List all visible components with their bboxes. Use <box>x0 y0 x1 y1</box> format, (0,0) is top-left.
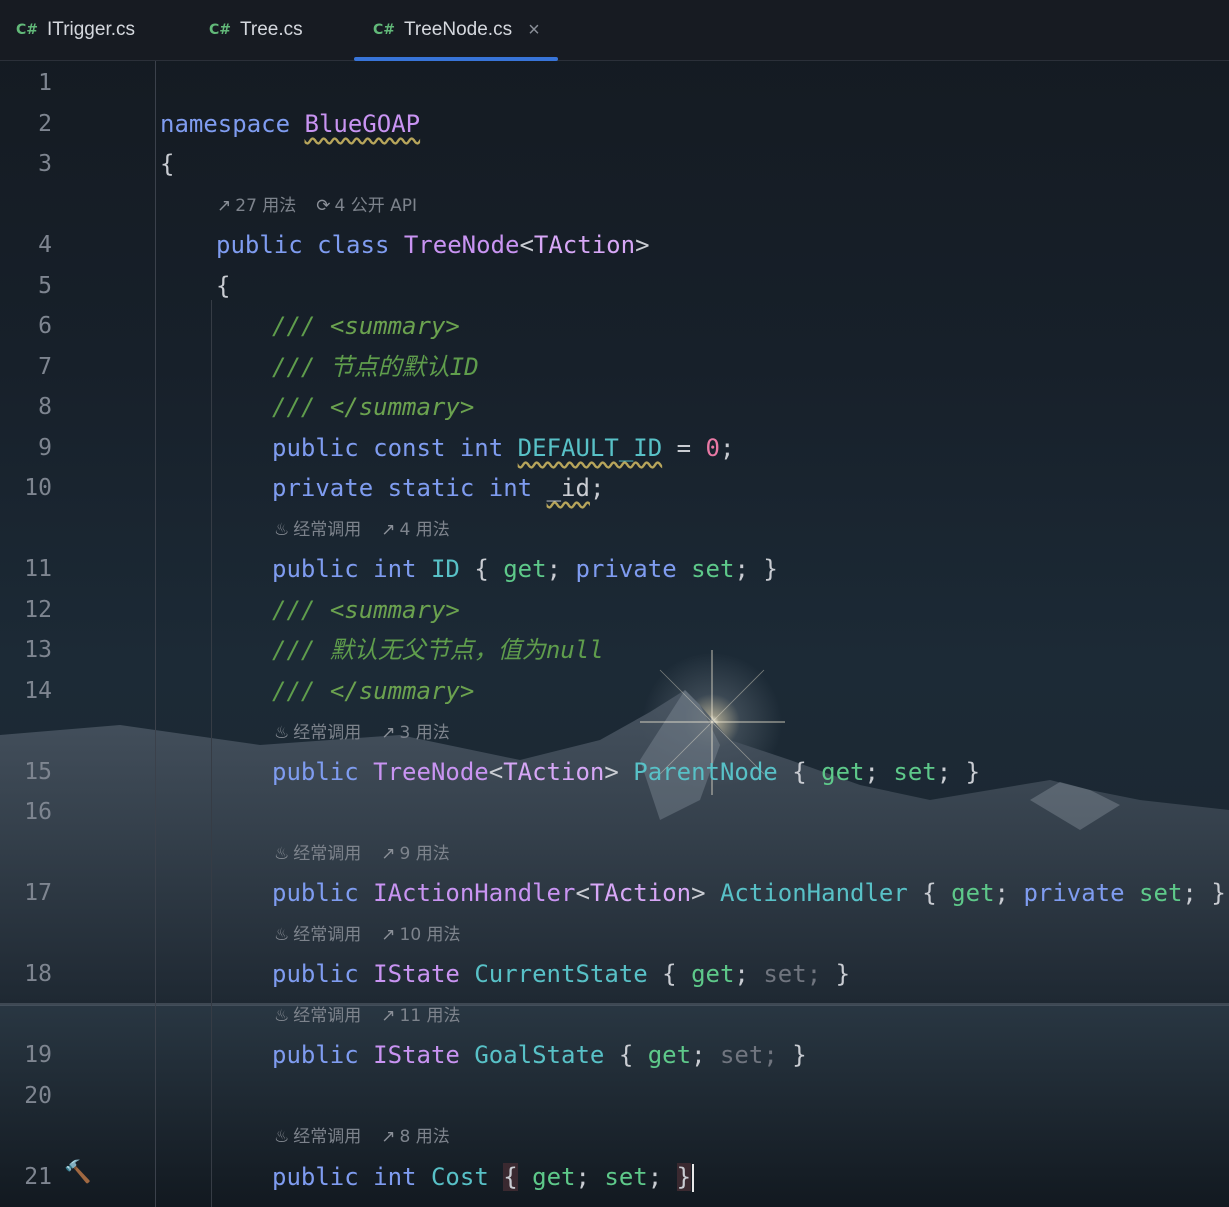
tab-label: TreeNode.cs <box>404 19 513 40</box>
usages-icon: ↗ <box>217 196 232 216</box>
usages-icon: ↗ <box>381 723 396 743</box>
line-number: 1 <box>38 70 52 96</box>
code-line-17[interactable]: public IActionHandler<TAction> ActionHan… <box>272 878 1226 908</box>
code-line-5[interactable]: { <box>216 271 230 301</box>
line-number: 11 <box>24 556 52 582</box>
public-api-icon: ⟳ <box>316 196 331 216</box>
line-number: 9 <box>38 435 52 461</box>
code-line-14[interactable]: /// </summary> <box>272 676 474 706</box>
line-number: 6 <box>38 313 52 339</box>
tab-itrigger[interactable]: C# ITrigger.cs <box>16 0 135 60</box>
inlay-hint-cost[interactable]: ♨ 经常调用 ↗ 8 用法 <box>274 1126 450 1148</box>
code-line-7[interactable]: /// 节点的默认ID <box>272 352 479 382</box>
inlay-hint-class[interactable]: ↗ 27 用法 ⟳ 4 公开 API <box>217 195 417 217</box>
line-number: 20 <box>24 1083 52 1109</box>
line-number: 18 <box>24 961 52 987</box>
line-number: 3 <box>38 151 52 177</box>
line-number: 17 <box>24 880 52 906</box>
tab-label: Tree.cs <box>240 19 303 40</box>
hammer-icon[interactable]: 🔨 <box>64 1160 91 1185</box>
line-number: 4 <box>38 232 52 258</box>
code-line-9[interactable]: public const int DEFAULT_ID = 0; <box>272 433 734 463</box>
usages-icon: ↗ <box>381 1127 396 1147</box>
inlay-hint-handler[interactable]: ♨ 经常调用 ↗ 9 用法 <box>274 843 450 865</box>
hot-call-icon: ♨ <box>274 925 290 945</box>
inlay-hint-goal[interactable]: ♨ 经常调用 ↗ 11 用法 <box>274 1005 461 1027</box>
line-number: 7 <box>38 354 52 380</box>
code-line-12[interactable]: /// <summary> <box>272 595 460 625</box>
line-number: 19 <box>24 1042 52 1068</box>
gutter-separator <box>155 61 156 1207</box>
csharp-file-icon: C# <box>209 22 232 38</box>
tab-label: ITrigger.cs <box>47 19 136 40</box>
code-line-3[interactable]: { <box>160 149 174 179</box>
usages-icon: ↗ <box>381 844 396 864</box>
line-number: 13 <box>24 637 52 663</box>
line-number: 21 <box>24 1164 52 1190</box>
tab-tree[interactable]: C# Tree.cs <box>209 0 303 60</box>
line-number: 8 <box>38 394 52 420</box>
code-line-18[interactable]: public IState CurrentState { get; set; } <box>272 959 850 989</box>
line-number: 2 <box>38 111 52 137</box>
inlay-hint-parent[interactable]: ♨ 经常调用 ↗ 3 用法 <box>274 722 450 744</box>
line-number: 12 <box>24 597 52 623</box>
code-line-19[interactable]: public IState GoalState { get; set; } <box>272 1040 807 1070</box>
inlay-hint-id[interactable]: ♨ 经常调用 ↗ 4 用法 <box>274 519 450 541</box>
line-number: 5 <box>38 273 52 299</box>
code-line-10[interactable]: private static int _id; <box>272 473 604 503</box>
mountain-background <box>0 650 1229 1207</box>
code-line-4[interactable]: public class TreeNode<TAction> <box>216 230 650 260</box>
close-icon[interactable]: × <box>528 19 540 42</box>
inlay-hint-current[interactable]: ♨ 经常调用 ↗ 10 用法 <box>274 924 461 946</box>
code-line-8[interactable]: /// </summary> <box>272 392 474 422</box>
csharp-file-icon: C# <box>373 22 396 38</box>
code-line-21[interactable]: public int Cost { get; set; } <box>272 1162 695 1192</box>
hot-call-icon: ♨ <box>274 844 290 864</box>
hot-call-icon: ♨ <box>274 1006 290 1026</box>
usages-icon: ↗ <box>381 925 396 945</box>
code-line-13[interactable]: /// 默认无父节点，值为null <box>272 635 604 665</box>
text-cursor <box>692 1164 695 1192</box>
usages-icon: ↗ <box>381 520 396 540</box>
code-line-6[interactable]: /// <summary> <box>272 311 460 341</box>
code-line-15[interactable]: public TreeNode<TAction> ParentNode { ge… <box>272 757 980 787</box>
line-number: 10 <box>24 475 52 501</box>
csharp-file-icon: C# <box>16 22 39 38</box>
tab-treenode[interactable]: C# TreeNode.cs × <box>354 0 558 61</box>
code-line-2[interactable]: namespace BlueGOAP <box>160 109 420 139</box>
line-number: 14 <box>24 678 52 704</box>
hot-call-icon: ♨ <box>274 723 290 743</box>
hot-call-icon: ♨ <box>274 520 290 540</box>
indent-guide <box>211 300 212 1207</box>
editor-tab-bar: C# ITrigger.cs C# Tree.cs C# TreeNode.cs… <box>0 0 1229 61</box>
line-number: 15 <box>24 759 52 785</box>
code-line-11[interactable]: public int ID { get; private set; } <box>272 554 778 584</box>
line-number: 16 <box>24 799 52 825</box>
usages-icon: ↗ <box>381 1006 396 1026</box>
hot-call-icon: ♨ <box>274 1127 290 1147</box>
